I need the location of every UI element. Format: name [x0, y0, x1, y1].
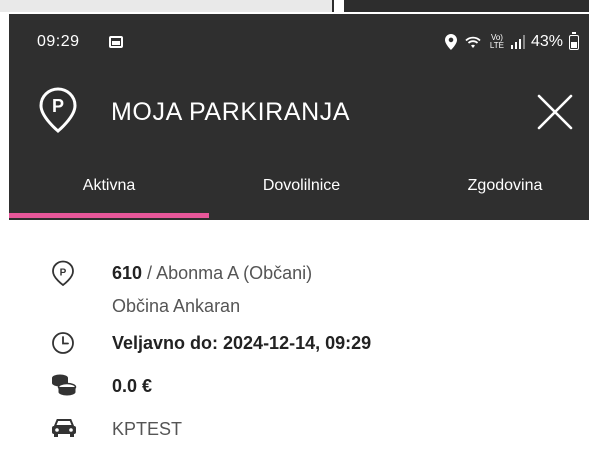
- car-icon: [51, 418, 76, 442]
- background-window-strip: [0, 0, 589, 14]
- parking-pin-icon: P: [38, 86, 78, 134]
- clock-icon: [51, 331, 75, 355]
- active-parking-details: P 610 / Abonma A (Občani) Občina Ankaran…: [9, 220, 589, 463]
- wifi-icon: [463, 34, 483, 50]
- subscription-name: Abonma A (Občani): [156, 263, 313, 283]
- svg-text:P: P: [60, 268, 67, 279]
- parking-pin-icon: P: [51, 260, 75, 287]
- signal-icon: [510, 35, 525, 49]
- municipality-row: Občina Ankaran: [9, 293, 589, 323]
- image-notification-icon: [109, 36, 123, 48]
- price-row: 0.0 €: [9, 373, 589, 403]
- zone-row: P 610 / Abonma A (Občani): [9, 260, 589, 290]
- background-window-right: [344, 0, 589, 12]
- page-title: MOJA PARKIRANJA: [111, 98, 351, 126]
- volte-label: Vo) LTE: [489, 33, 504, 50]
- status-bar: 09:29 Vo) LTE 43%: [9, 14, 589, 74]
- active-tab-indicator: [9, 213, 209, 218]
- price: 0.0 €: [112, 376, 153, 396]
- close-icon[interactable]: [535, 92, 575, 132]
- vehicle-row: KPTEST: [9, 416, 589, 446]
- background-window-left: [0, 0, 334, 12]
- tab-aktivna[interactable]: Aktivna: [9, 177, 209, 195]
- coins-icon: [51, 373, 77, 397]
- zone-separator: /: [142, 263, 157, 283]
- battery-percent: 43%: [530, 33, 563, 50]
- app-header: 09:29 Vo) LTE 43% P MOJA PARKIRANJA Akti…: [9, 14, 589, 220]
- tab-zgodovina[interactable]: Zgodovina: [421, 177, 589, 195]
- parking-zone: 610 / Abonma A (Občani): [112, 262, 312, 284]
- status-icons: Vo) LTE 43%: [444, 31, 579, 53]
- tab-dovolilnice[interactable]: Dovolilnice: [209, 177, 394, 195]
- validity-row: Veljavno do: 2024-12-14, 09:29: [9, 330, 589, 360]
- zone-id: 610: [112, 263, 143, 283]
- license-plate: KPTEST: [112, 419, 183, 439]
- status-time: 09:29: [37, 33, 80, 50]
- battery-icon: [569, 31, 579, 50]
- location-icon: [444, 34, 457, 50]
- valid-until: Veljavno do: 2024-12-14, 09:29: [112, 333, 372, 353]
- phone-screen: 09:29 Vo) LTE 43% P MOJA PARKIRANJA Akti…: [9, 14, 589, 463]
- municipality: Občina Ankaran: [112, 296, 241, 316]
- app-bar: P MOJA PARKIRANJA: [9, 74, 589, 154]
- tab-bar: Aktivna Dovolilnice Zgodovina: [9, 164, 589, 220]
- svg-text:P: P: [52, 96, 64, 116]
